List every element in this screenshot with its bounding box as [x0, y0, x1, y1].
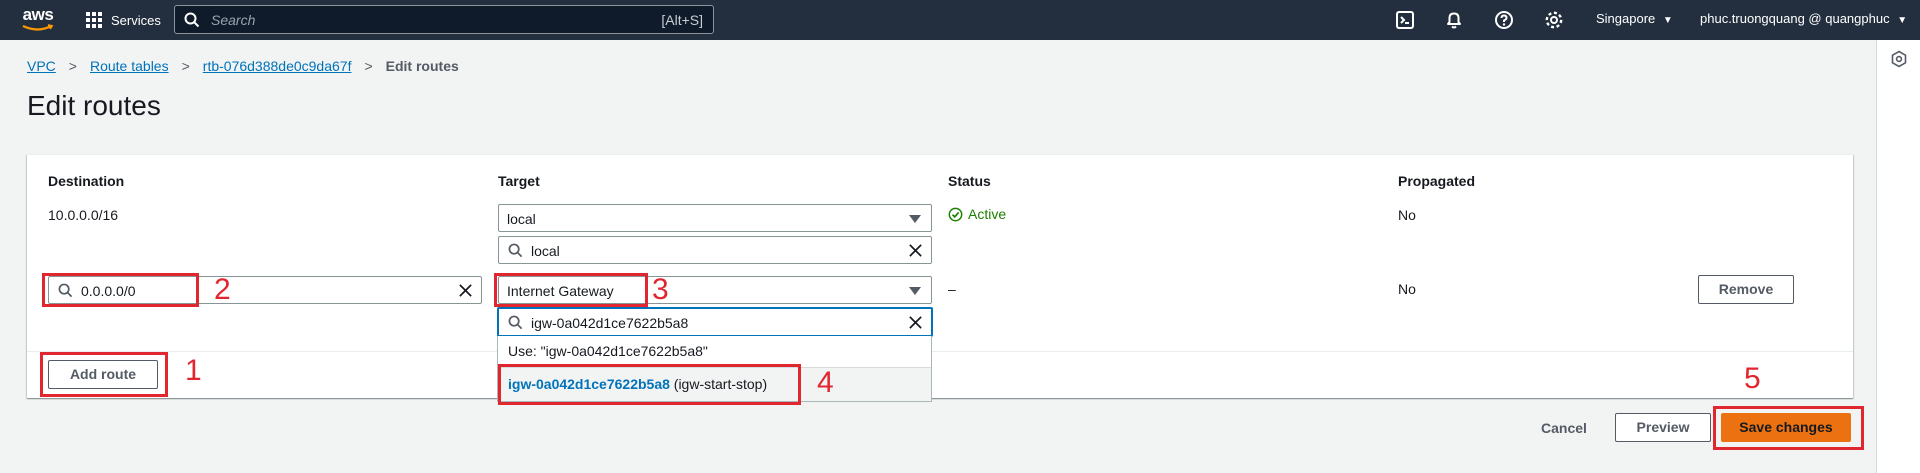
- aws-logo[interactable]: aws: [20, 6, 56, 34]
- annotation-box-3: [494, 273, 648, 307]
- aws-smile-icon: [22, 24, 54, 31]
- search-icon: [508, 243, 523, 258]
- annotation-number-1: 1: [185, 354, 202, 387]
- breadcrumb-route-tables[interactable]: Route tables: [90, 58, 169, 74]
- target-select-value: local: [507, 211, 536, 227]
- region-label: Singapore: [1596, 11, 1656, 26]
- region-selector[interactable]: Singapore ▼: [1596, 11, 1673, 26]
- help-icon[interactable]: [1494, 10, 1514, 30]
- right-utility-panel: [1876, 40, 1920, 473]
- column-header-status: Status: [948, 173, 991, 189]
- caret-down-icon: [909, 287, 921, 295]
- status-text: Active: [968, 206, 1007, 222]
- target-filter-input[interactable]: local: [498, 236, 932, 264]
- aws-logo-text: aws: [22, 5, 54, 24]
- account-menu[interactable]: phuc.truongquang @ quangphuc ▼: [1700, 11, 1907, 26]
- status-active: Active: [948, 206, 1006, 222]
- annotation-box-4: [498, 364, 801, 405]
- target-select[interactable]: local: [498, 204, 932, 232]
- annotation-box-1: [40, 352, 168, 397]
- chevron-right-icon: >: [181, 58, 190, 74]
- account-label: phuc.truongquang @ quangphuc: [1700, 11, 1890, 26]
- column-header-destination: Destination: [48, 173, 125, 189]
- search-input[interactable]: Search [Alt+S]: [174, 5, 714, 34]
- chevron-right-icon: >: [364, 58, 373, 74]
- caret-down-icon: [909, 215, 921, 223]
- services-label: Services: [111, 12, 161, 28]
- chevron-right-icon: >: [68, 58, 77, 74]
- annotation-number-3: 3: [652, 273, 669, 306]
- clear-icon[interactable]: [458, 283, 473, 298]
- annotation-number-5: 5: [1744, 362, 1761, 395]
- clear-icon[interactable]: [908, 243, 923, 258]
- cloudshell-icon[interactable]: [1395, 10, 1415, 30]
- search-placeholder: Search: [211, 12, 256, 28]
- breadcrumb-current: Edit routes: [385, 58, 459, 74]
- column-header-target: Target: [498, 173, 540, 189]
- caret-down-icon: ▼: [1897, 15, 1908, 26]
- cancel-button[interactable]: Cancel: [1541, 420, 1587, 436]
- search-icon: [184, 12, 200, 28]
- bell-icon[interactable]: [1444, 10, 1464, 30]
- breadcrumb: VPC > Route tables > rtb-076d388de0c9da6…: [27, 58, 459, 74]
- hexagon-icon[interactable]: [1890, 50, 1908, 68]
- annotation-number-4: 4: [817, 366, 834, 399]
- breadcrumb-route-table-id[interactable]: rtb-076d388de0c9da67f: [203, 58, 352, 74]
- gear-icon[interactable]: [1544, 10, 1564, 30]
- clear-icon[interactable]: [908, 315, 923, 330]
- breadcrumb-vpc[interactable]: VPC: [27, 58, 56, 74]
- annotation-box-2: [42, 273, 199, 307]
- search-icon: [508, 315, 523, 330]
- remove-route-button[interactable]: Remove: [1698, 275, 1794, 304]
- annotation-number-2: 2: [214, 273, 231, 306]
- route-destination: 10.0.0.0/16: [48, 207, 119, 223]
- status-empty: –: [948, 281, 956, 297]
- use-custom-value-option[interactable]: Use: "igw-0a042d1ce7622b5a8": [508, 343, 708, 359]
- column-header-propagated: Propagated: [1398, 173, 1476, 189]
- target-filter-value: local: [531, 243, 560, 259]
- grid-icon: [86, 12, 102, 28]
- services-menu-button[interactable]: Services: [86, 11, 161, 29]
- target-filter-value: igw-0a042d1ce7622b5a8: [531, 315, 689, 331]
- propagated-value: No: [1398, 281, 1416, 297]
- page-title: Edit routes: [27, 90, 161, 121]
- divider: [27, 351, 1853, 352]
- caret-down-icon: ▼: [1662, 15, 1673, 26]
- check-circle-icon: [948, 207, 963, 221]
- preview-button[interactable]: Preview: [1615, 413, 1711, 442]
- propagated-value: No: [1398, 207, 1416, 223]
- top-navigation: aws Services Search [Alt+S] Singapore ▼ …: [0, 0, 1920, 40]
- search-shortcut: [Alt+S]: [661, 12, 703, 28]
- target-filter-input[interactable]: igw-0a042d1ce7622b5a8: [497, 307, 933, 337]
- annotation-box-5: [1713, 406, 1864, 450]
